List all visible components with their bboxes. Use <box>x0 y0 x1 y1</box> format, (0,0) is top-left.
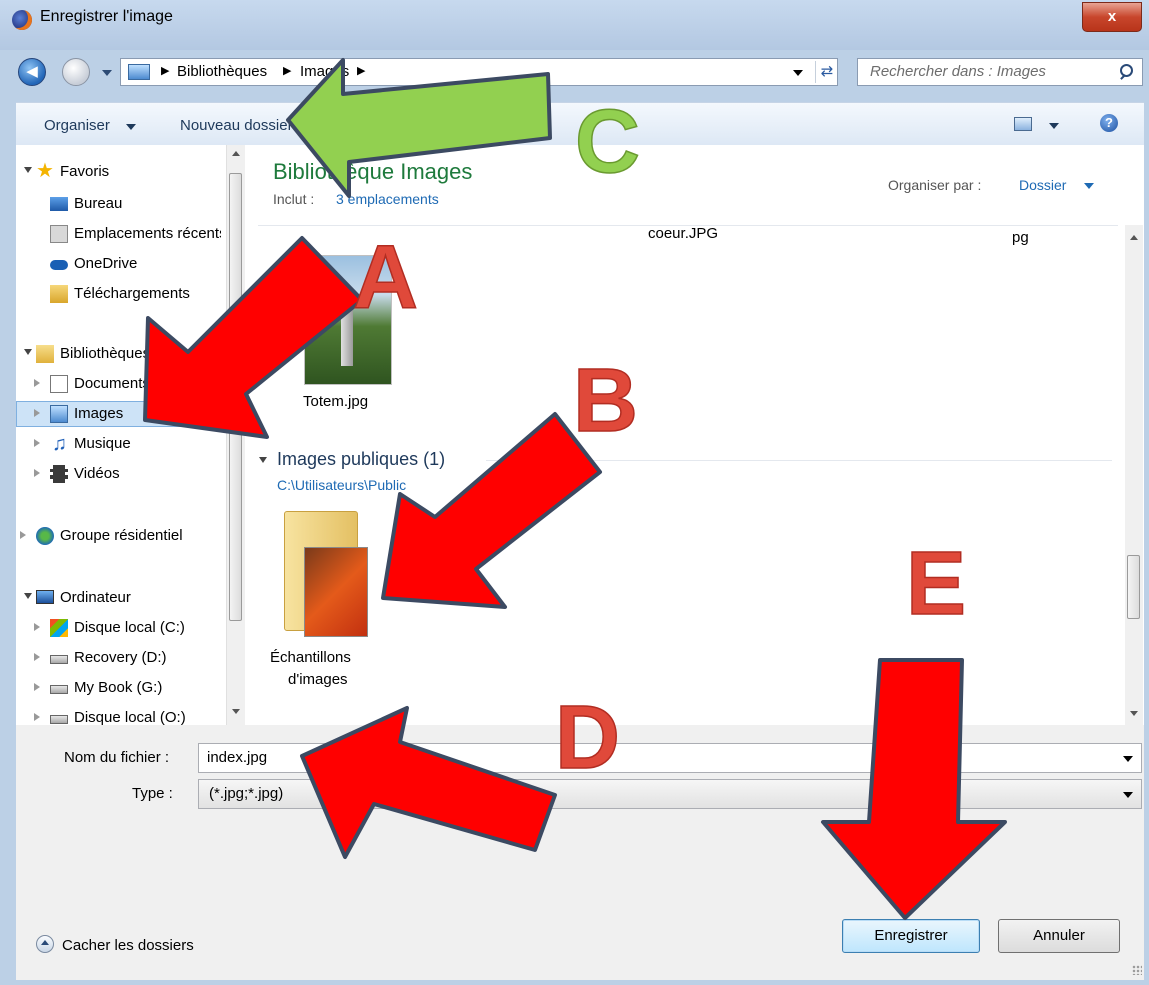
red-arrow-b <box>381 412 602 609</box>
green-arrow <box>286 58 552 198</box>
annotation-letter-a: A <box>353 228 418 328</box>
red-arrow-e <box>821 658 1007 920</box>
red-arrow-a <box>143 236 364 439</box>
annotation-letter-e: E <box>906 534 966 634</box>
red-arrow-d <box>300 706 557 859</box>
annotation-letter-b: B <box>573 351 638 451</box>
annotation-overlay: A B C D E <box>143 58 1007 920</box>
annotation-letter-c: C <box>575 92 640 192</box>
annotation-letter-d: D <box>555 688 620 788</box>
